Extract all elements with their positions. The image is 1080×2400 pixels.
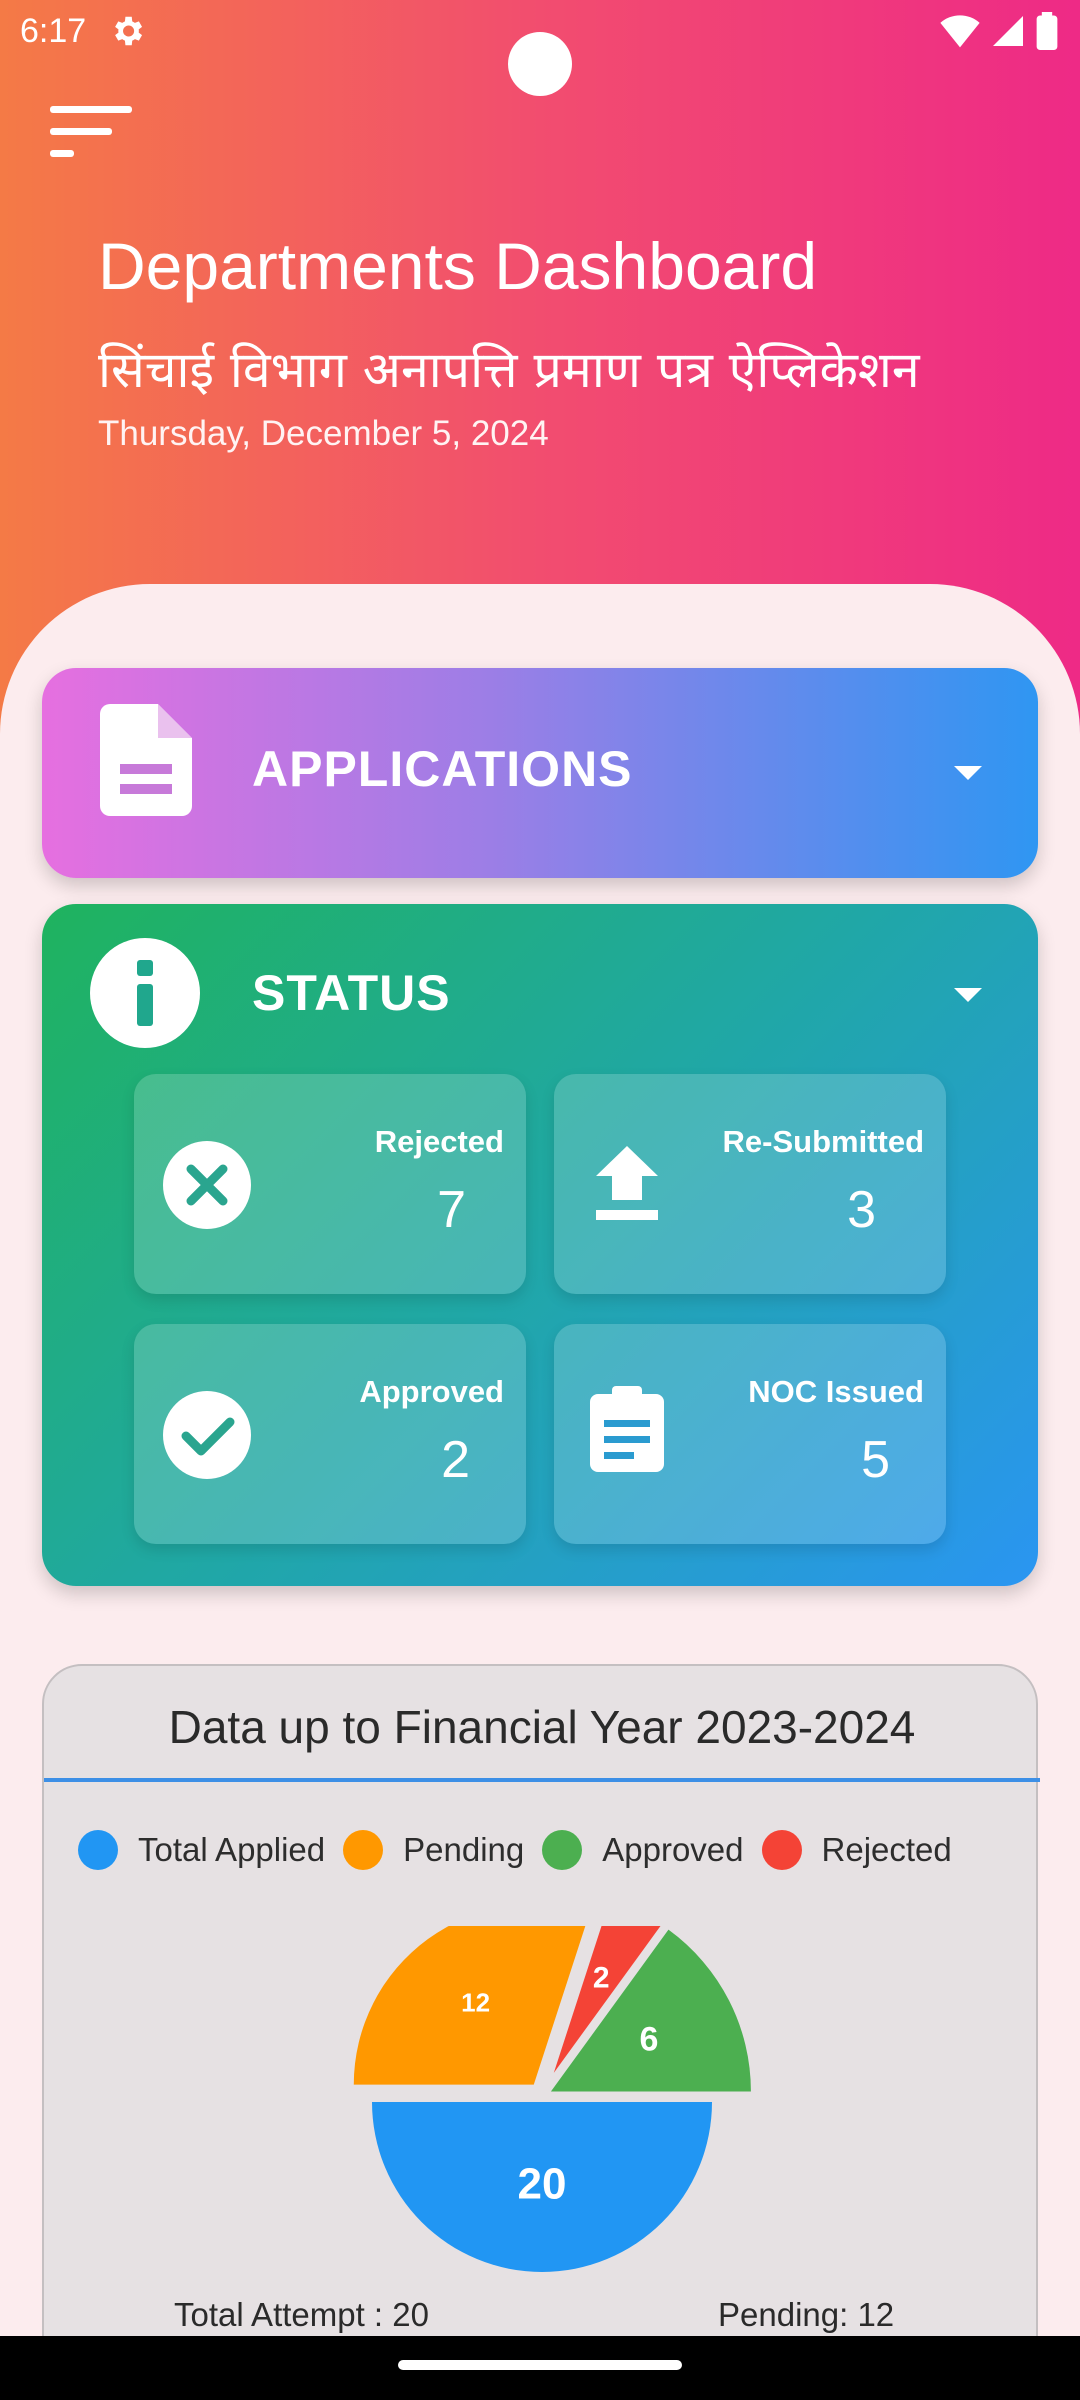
- status-card[interactable]: STATUS Rejected 7 Re-Submitted 3 Approve…: [42, 904, 1038, 1586]
- tile-label: Re-Submitted: [722, 1124, 925, 1159]
- legend-label: Pending: [403, 1831, 525, 1868]
- pending-count-label: Pending: 12: [718, 2296, 895, 2333]
- total-attempt-label: Total Attempt : 20: [174, 2296, 429, 2333]
- tile-value: 2: [441, 1431, 470, 1489]
- status-tile-noc-issued[interactable]: NOC Issued 5: [554, 1324, 946, 1544]
- legend-item-approved: Approved: [542, 1830, 744, 1870]
- check-circle-icon: [163, 1391, 251, 1479]
- legend-label: Total Applied: [138, 1831, 326, 1868]
- page-subtitle: सिंचाई विभाग अनापत्ति प्रमाण पत्र ऐप्लिक…: [98, 341, 920, 399]
- chart-divider: [44, 1778, 1040, 1782]
- close-circle-icon: [163, 1141, 251, 1229]
- status-title: STATUS: [252, 965, 451, 1021]
- upload-icon: [596, 1146, 658, 1220]
- tile-label: Approved: [359, 1374, 504, 1409]
- tile-value: 5: [861, 1431, 890, 1489]
- legend-label: Rejected: [821, 1831, 952, 1868]
- pie-slice-total-applied-label: 20: [518, 2160, 567, 2209]
- legend-item-total-applied: Total Applied: [78, 1830, 325, 1870]
- chart-card: Data up to Financial Year 2023-2024 Tota…: [42, 1664, 1040, 2384]
- clipboard-icon: [590, 1386, 664, 1472]
- menu-icon-line: [50, 150, 74, 157]
- pie-slice-pending-label: 12: [461, 1987, 490, 2017]
- tile-value: 7: [437, 1181, 466, 1239]
- pie-chart: 20 12 26: [353, 1926, 751, 2272]
- status-tile-resubmitted[interactable]: Re-Submitted 3: [554, 1074, 946, 1294]
- navigation-bar: [0, 2336, 1080, 2400]
- applications-card[interactable]: APPLICATIONS: [42, 668, 1038, 878]
- legend-item-pending: Pending: [343, 1830, 524, 1870]
- tile-label: Rejected: [374, 1124, 504, 1159]
- legend-label: Approved: [602, 1831, 744, 1868]
- battery-icon: [1036, 12, 1058, 50]
- chart-title: Data up to Financial Year 2023-2024: [168, 1701, 916, 1753]
- camera-cutout: [508, 32, 572, 96]
- legend-dot: [343, 1830, 384, 1870]
- legend-dot: [78, 1830, 118, 1870]
- status-tile-rejected[interactable]: Rejected 7: [134, 1074, 526, 1294]
- signal-icon: [993, 16, 1023, 46]
- home-handle[interactable]: [398, 2360, 682, 2370]
- settings-gear-icon: [115, 16, 143, 46]
- wifi-icon: [940, 15, 980, 48]
- current-date: Thursday, December 5, 2024: [98, 414, 549, 453]
- legend-item-rejected: Rejected: [761, 1830, 952, 1870]
- tile-value: 3: [847, 1181, 876, 1239]
- legend-dot: [761, 1830, 802, 1870]
- menu-button[interactable]: [50, 102, 132, 164]
- info-icon: [90, 938, 200, 1048]
- chevron-down-icon[interactable]: [954, 766, 982, 780]
- pie-slice-rejected-label: 2: [593, 1962, 610, 1995]
- applications-title: APPLICATIONS: [252, 741, 633, 797]
- page-title: Departments Dashboard: [98, 229, 818, 303]
- menu-icon-line: [50, 128, 112, 135]
- document-icon: [100, 704, 192, 816]
- status-tile-approved[interactable]: Approved 2: [134, 1324, 526, 1544]
- status-time: 6:17: [20, 12, 87, 50]
- legend-dot: [542, 1830, 583, 1870]
- tile-label: NOC Issued: [748, 1374, 924, 1409]
- chevron-down-icon[interactable]: [954, 988, 982, 1002]
- chart-legend: Total Applied Pending Approved Rejected: [78, 1830, 970, 1870]
- pie-slice-approved-label: 6: [639, 2021, 658, 2059]
- system-icons: [940, 12, 1058, 50]
- menu-icon-line: [50, 106, 132, 113]
